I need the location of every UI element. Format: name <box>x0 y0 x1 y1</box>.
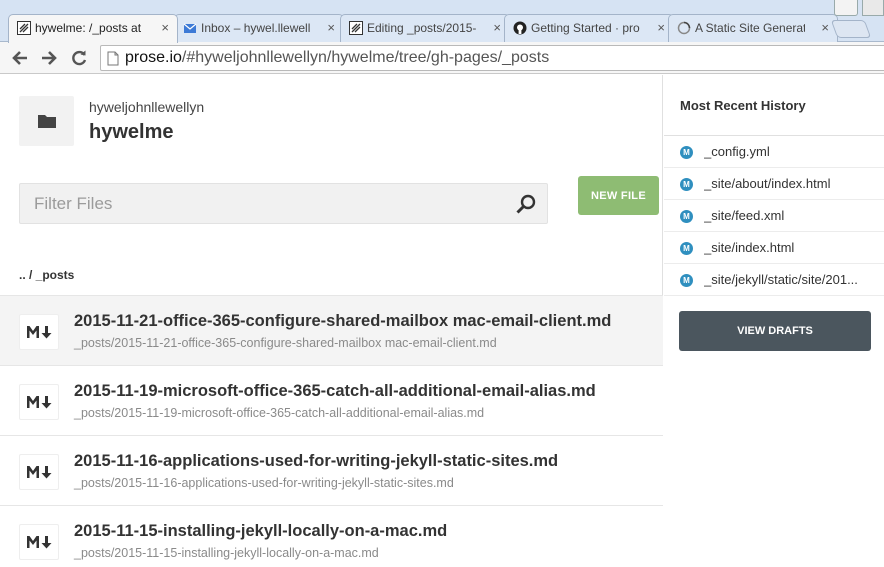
loading-icon <box>677 21 691 35</box>
markdown-icon <box>19 384 59 420</box>
file-name[interactable]: 2015-11-15-installing-jekyll-locally-on-… <box>74 522 447 541</box>
profile-icon[interactable] <box>834 0 858 16</box>
url-host: prose.io <box>125 49 182 66</box>
close-tab-icon[interactable]: × <box>161 15 169 41</box>
new-file-button[interactable]: NEW FILE <box>578 176 659 215</box>
tab-title: Getting Started · pro <box>531 21 640 35</box>
file-path: _posts/2015-11-21-office-365-configure-s… <box>74 336 497 350</box>
new-tab-button[interactable] <box>830 20 872 38</box>
history-item[interactable]: M _site/feed.xml <box>664 200 884 232</box>
history-item[interactable]: M _config.yml <box>664 136 884 168</box>
url-text: prose.io/#hyweljohnllewellyn/hywelme/tre… <box>125 49 549 67</box>
history-item-label: _site/feed.xml <box>704 208 785 223</box>
markdown-icon <box>19 454 59 490</box>
back-button[interactable] <box>9 47 31 69</box>
file-name[interactable]: 2015-11-21-office-365-configure-shared-m… <box>74 312 611 331</box>
tab-editing-posts[interactable]: Editing _posts/2015- × <box>340 14 510 42</box>
close-tab-icon[interactable]: × <box>327 15 335 41</box>
file-path: _posts/2015-11-19-microsoft-office-365-c… <box>74 406 485 420</box>
file-row[interactable]: 2015-11-21-office-365-configure-shared-m… <box>0 295 663 365</box>
file-path: _posts/2015-11-15-installing-jekyll-loca… <box>74 546 379 560</box>
tab-hywelme-posts[interactable]: hywelme: /_posts at × <box>8 14 178 43</box>
markdown-file-icon: M <box>680 210 693 223</box>
tab-title: Inbox – hywel.llewell <box>201 21 311 35</box>
view-drafts-button[interactable]: VIEW DRAFTS <box>679 311 871 351</box>
repo-avatar <box>19 96 74 146</box>
history-item[interactable]: M _site/about/index.html <box>664 168 884 200</box>
browser-tabstrip: hywelme: /_posts at × Inbox – hywel.llew… <box>0 0 884 43</box>
file-name[interactable]: 2015-11-19-microsoft-office-365-catch-al… <box>74 382 596 401</box>
repo-owner[interactable]: hyweljohnllewellyn <box>89 99 204 115</box>
mail-icon <box>183 23 197 33</box>
history-item-label: _site/jekyll/static/site/201... <box>704 272 858 287</box>
prose-icon <box>349 21 363 35</box>
history-sidebar: Most Recent History M _config.yml M _sit… <box>664 75 884 567</box>
tab-title: Editing _posts/2015- <box>367 21 477 35</box>
address-bar[interactable]: prose.io/#hyweljohnllewellyn/hywelme/tre… <box>100 45 884 71</box>
markdown-file-icon: M <box>680 274 693 287</box>
file-row[interactable]: 2015-11-19-microsoft-office-365-catch-al… <box>0 365 663 435</box>
folder-icon <box>37 115 56 128</box>
filter-box <box>19 183 548 224</box>
forward-button[interactable] <box>38 47 60 69</box>
markdown-file-icon: M <box>680 242 693 255</box>
reload-icon <box>72 50 87 66</box>
history-item-label: _config.yml <box>704 144 770 159</box>
tab-inbox[interactable]: Inbox – hywel.llewell × <box>174 14 344 42</box>
file-path: _posts/2015-11-16-applications-used-for-… <box>74 476 454 490</box>
close-tab-icon[interactable]: × <box>493 15 501 41</box>
search-icon[interactable] <box>515 193 537 215</box>
markdown-file-icon: M <box>680 146 693 159</box>
history-item[interactable]: M _site/index.html <box>664 232 884 264</box>
markdown-file-icon: M <box>680 178 693 191</box>
file-name[interactable]: 2015-11-16-applications-used-for-writing… <box>74 452 558 471</box>
history-item[interactable]: M _site/jekyll/static/site/201... <box>664 264 884 296</box>
file-row[interactable]: 2015-11-16-applications-used-for-writing… <box>0 435 663 505</box>
sidebar-title: Most Recent History <box>680 98 806 113</box>
github-icon <box>513 21 527 35</box>
tab-title: A Static Site Generat <box>695 21 805 35</box>
tab-static-site-generator[interactable]: A Static Site Generat × <box>668 14 838 42</box>
history-list: M _config.yml M _site/about/index.html M… <box>664 136 884 296</box>
file-row[interactable]: 2015-11-15-installing-jekyll-locally-on-… <box>0 505 663 567</box>
prose-page: hyweljohnllewellyn hywelme NEW FILE .. /… <box>0 75 884 567</box>
prose-icon <box>17 21 31 35</box>
file-list: 2015-11-21-office-365-configure-shared-m… <box>0 295 663 567</box>
tab-title: hywelme: /_posts at <box>35 21 142 35</box>
reload-button[interactable] <box>68 47 90 69</box>
close-tab-icon[interactable]: × <box>657 15 665 41</box>
window-minimize-button[interactable] <box>862 0 884 16</box>
history-item-label: _site/index.html <box>704 240 795 255</box>
breadcrumb[interactable]: .. / _posts <box>19 268 74 282</box>
markdown-icon <box>19 314 59 350</box>
back-arrow-icon <box>12 51 27 65</box>
main-panel: hyweljohnllewellyn hywelme NEW FILE .. /… <box>0 75 663 567</box>
url-path: /#hyweljohnllewellyn/hywelme/tree/gh-pag… <box>181 49 550 66</box>
close-tab-icon[interactable]: × <box>821 15 829 41</box>
repo-name[interactable]: hywelme <box>89 121 173 144</box>
page-icon <box>107 51 119 66</box>
history-item-label: _site/about/index.html <box>704 176 831 191</box>
tab-getting-started[interactable]: Getting Started · pro × <box>504 14 674 42</box>
browser-toolbar: prose.io/#hyweljohnllewellyn/hywelme/tre… <box>0 42 884 74</box>
markdown-icon <box>19 524 59 560</box>
forward-arrow-icon <box>42 51 57 65</box>
filter-files-input[interactable] <box>20 184 510 223</box>
